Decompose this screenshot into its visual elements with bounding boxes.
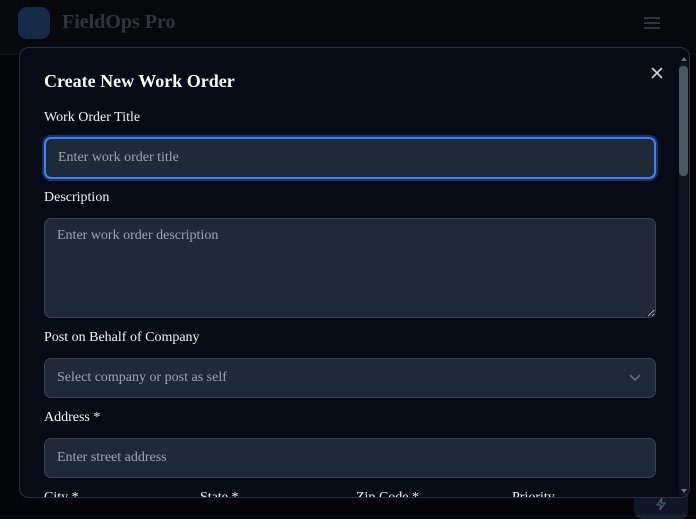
city-label: City * (44, 490, 79, 498)
scroll-down-arrow[interactable] (681, 489, 687, 493)
company-label: Post on Behalf of Company (44, 330, 200, 345)
close-button[interactable] (646, 62, 668, 84)
address-input[interactable] (44, 438, 656, 478)
scroll-up-arrow[interactable] (681, 57, 687, 61)
company-select-value: Select company or post as self (57, 370, 227, 385)
priority-label: Priority (512, 490, 555, 498)
description-label: Description (44, 190, 110, 205)
modal-scrollbar[interactable] (679, 62, 688, 496)
address-label: Address * (44, 410, 101, 425)
scrollbar-thumb[interactable] (679, 66, 688, 176)
company-select[interactable]: Select company or post as self (44, 358, 656, 398)
chevron-down-icon (629, 374, 641, 381)
description-textarea[interactable] (44, 218, 656, 318)
create-work-order-modal: Create New Work Order Work Order Title D… (19, 47, 690, 498)
location-row-labels: City * State * Zip Code * Priority (44, 490, 656, 498)
zip-code-label: Zip Code * (356, 490, 419, 498)
state-label: State * (200, 490, 239, 498)
work-order-title-label: Work Order Title (44, 110, 141, 125)
modal-title: Create New Work Order (44, 71, 235, 91)
work-order-title-input[interactable] (44, 137, 656, 179)
close-icon (651, 67, 663, 79)
